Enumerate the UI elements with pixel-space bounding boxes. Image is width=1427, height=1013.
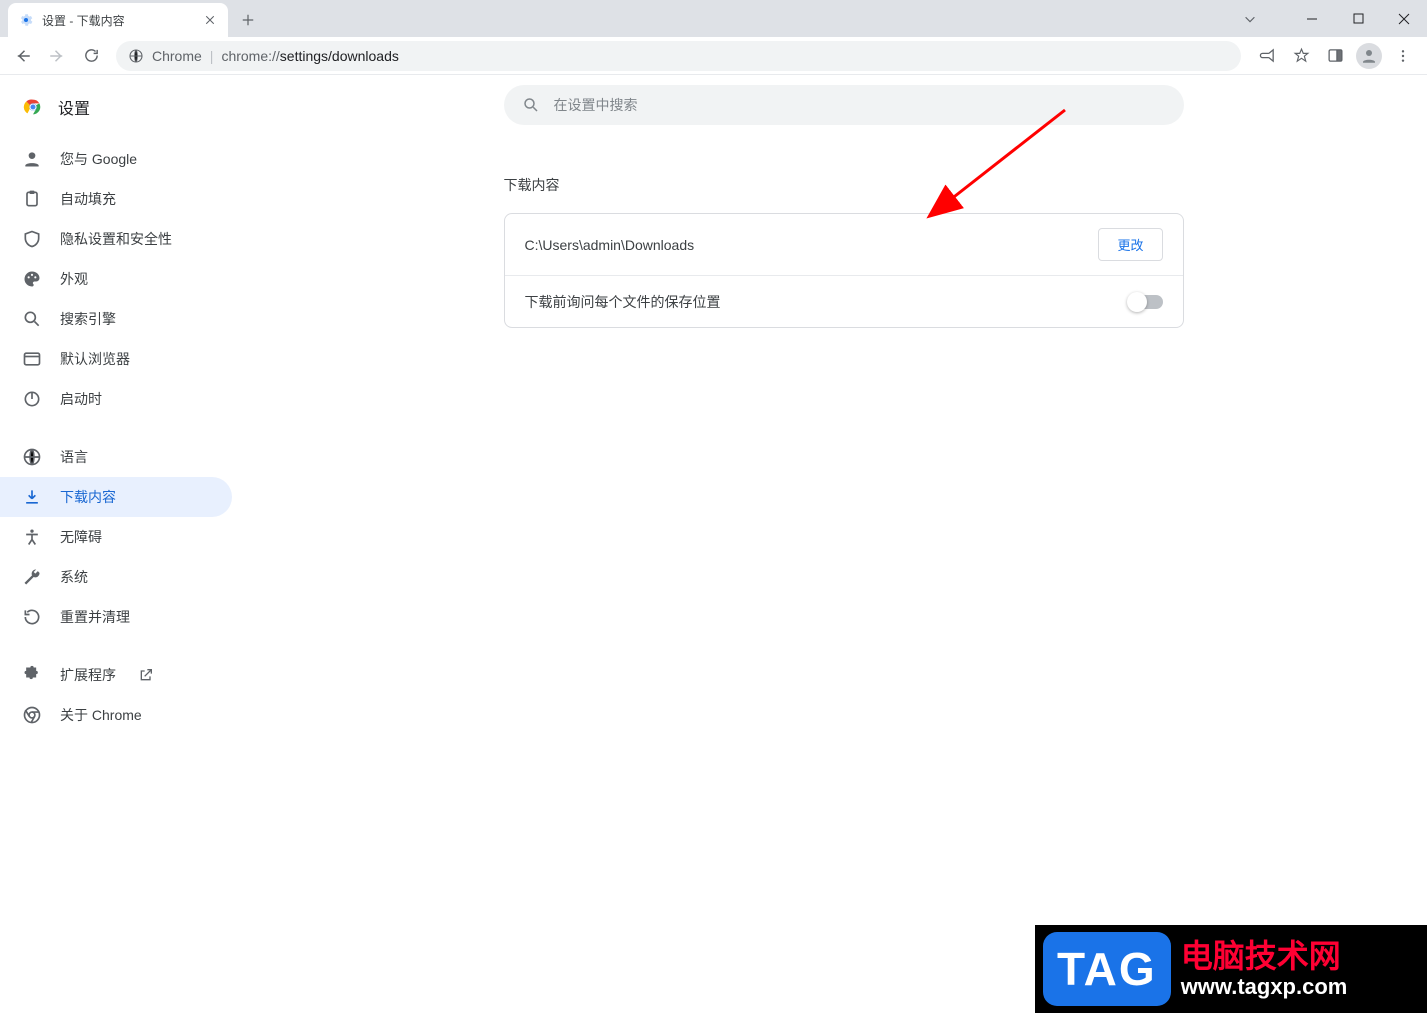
sidebar-item-label: 重置并清理 (60, 607, 130, 627)
sidebar-item-label: 扩展程序 (60, 665, 116, 685)
site-info-icon[interactable] (128, 48, 144, 64)
sidebar-item-label: 您与 Google (60, 149, 137, 169)
sidebar-header: 设置 (0, 85, 260, 129)
address-bar[interactable]: Chrome | chrome://settings/downloads (116, 41, 1241, 71)
person-icon (22, 149, 42, 169)
globe-icon (22, 447, 42, 467)
settings-search[interactable] (504, 85, 1184, 125)
close-tab-icon[interactable] (202, 12, 218, 28)
sidebar-item-language[interactable]: 语言 (0, 437, 232, 477)
bookmark-icon[interactable] (1285, 40, 1317, 72)
downloads-card: C:\Users\admin\Downloads 更改 下载前询问每个文件的保存… (504, 213, 1184, 328)
watermark-tag: TAG (1043, 932, 1171, 1006)
sidebar-item-system[interactable]: 系统 (0, 557, 232, 597)
external-link-icon (138, 667, 154, 683)
restore-icon (22, 607, 42, 627)
section-title: 下载内容 (504, 175, 1184, 195)
shield-icon (22, 229, 42, 249)
close-window-button[interactable] (1381, 3, 1427, 35)
wrench-icon (22, 567, 42, 587)
titlebar: 设置 - 下载内容 (0, 0, 1427, 37)
share-icon[interactable] (1251, 40, 1283, 72)
ask-location-label: 下载前询问每个文件的保存位置 (525, 292, 1129, 312)
sidebar-item-label: 系统 (60, 567, 88, 587)
tab-dropdown-icon[interactable] (1243, 12, 1289, 26)
chrome-outline-icon (22, 705, 42, 725)
ask-location-row: 下载前询问每个文件的保存位置 (505, 275, 1183, 327)
settings-icon (18, 12, 34, 28)
palette-icon (22, 269, 42, 289)
sidebar-item-default-browser[interactable]: 默认浏览器 (0, 339, 232, 379)
sidebar-item-label: 隐私设置和安全性 (60, 229, 172, 249)
search-icon (522, 96, 540, 114)
sidebar-item-reset[interactable]: 重置并清理 (0, 597, 232, 637)
sidebar-item-label: 语言 (60, 447, 88, 467)
browser-icon (22, 349, 42, 369)
sidebar-item-label: 关于 Chrome (60, 705, 142, 725)
sidebar-item-label: 默认浏览器 (60, 349, 130, 369)
sidepanel-icon[interactable] (1319, 40, 1351, 72)
sidebar-item-accessibility[interactable]: 无障碍 (0, 517, 232, 557)
sidebar-item-appearance[interactable]: 外观 (0, 259, 232, 299)
addr-url: chrome://settings/downloads (221, 48, 398, 64)
menu-icon[interactable] (1387, 40, 1419, 72)
sidebar-item-you-and-google[interactable]: 您与 Google (0, 139, 232, 179)
extension-icon (22, 665, 42, 685)
download-icon (22, 487, 42, 507)
sidebar-item-label: 下载内容 (60, 487, 116, 507)
watermark-line2: www.tagxp.com (1181, 975, 1348, 999)
sidebar-item-autofill[interactable]: 自动填充 (0, 179, 232, 219)
reload-button[interactable] (76, 41, 106, 71)
sidebar-item-privacy[interactable]: 隐私设置和安全性 (0, 219, 232, 259)
ask-location-toggle[interactable] (1129, 295, 1163, 309)
watermark: TAG 电脑技术网 www.tagxp.com (1035, 925, 1427, 1013)
sidebar-item-label: 搜索引擎 (60, 309, 116, 329)
profile-avatar[interactable] (1353, 40, 1385, 72)
search-icon (22, 309, 42, 329)
back-button[interactable] (8, 41, 38, 71)
browser-tab[interactable]: 设置 - 下载内容 (8, 3, 228, 37)
sidebar-item-about[interactable]: 关于 Chrome (0, 695, 232, 735)
change-button[interactable]: 更改 (1098, 228, 1162, 261)
sidebar-item-downloads[interactable]: 下载内容 (0, 477, 232, 517)
power-icon (22, 389, 42, 409)
chrome-logo-icon (22, 96, 44, 118)
sidebar-title: 设置 (58, 95, 90, 119)
maximize-button[interactable] (1335, 3, 1381, 35)
watermark-line1: 电脑技术网 (1181, 939, 1348, 974)
tab-title: 设置 - 下载内容 (42, 12, 194, 29)
forward-button[interactable] (42, 41, 72, 71)
accessibility-icon (22, 527, 42, 547)
sidebar-item-startup[interactable]: 启动时 (0, 379, 232, 419)
new-tab-button[interactable] (234, 6, 262, 34)
sidebar-item-extensions[interactable]: 扩展程序 (0, 655, 232, 695)
download-path: C:\Users\admin\Downloads (525, 237, 1099, 253)
addr-divider: | (210, 48, 214, 64)
clipboard-icon (22, 189, 42, 209)
minimize-button[interactable] (1289, 3, 1335, 35)
sidebar-item-label: 启动时 (60, 389, 102, 409)
toolbar: Chrome | chrome://settings/downloads (0, 37, 1427, 75)
window-controls (1243, 0, 1427, 37)
avatar-icon (1356, 43, 1382, 69)
sidebar-item-label: 无障碍 (60, 527, 102, 547)
download-location-row: C:\Users\admin\Downloads 更改 (505, 214, 1183, 275)
sidebar-item-label: 外观 (60, 269, 88, 289)
settings-search-input[interactable] (554, 97, 1166, 113)
sidebar-item-search[interactable]: 搜索引擎 (0, 299, 232, 339)
sidebar: 设置 您与 Google 自动填充 隐私设置和安全性 外观 搜索引擎 (0, 75, 260, 1013)
addr-prefix: Chrome (152, 48, 202, 64)
content-area: 下载内容 C:\Users\admin\Downloads 更改 下载前询问每个… (260, 75, 1427, 1013)
sidebar-item-label: 自动填充 (60, 189, 116, 209)
